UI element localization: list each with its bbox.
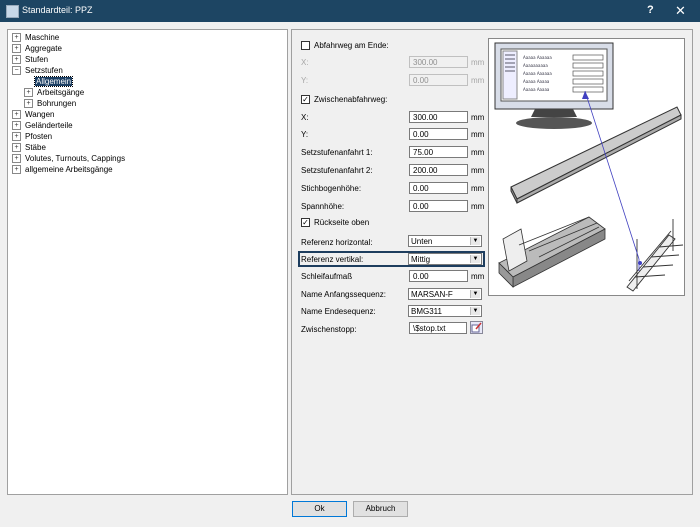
zwischenstopp-label: Zwischenstopp:	[301, 325, 357, 334]
expand-icon[interactable]: +	[12, 121, 21, 131]
y1-input[interactable]: 0.00	[409, 74, 468, 86]
anfangssequenz-value: MARSAN-F	[411, 290, 453, 299]
schleifaufmass-unit: mm	[471, 272, 485, 281]
tree-item-staebe[interactable]: + Stäbe	[12, 142, 47, 153]
tree-item-pfosten[interactable]: + Pfosten	[12, 131, 53, 142]
schleifaufmass-label: Schleifaufmaß	[301, 272, 353, 281]
spannhoehe-unit: mm	[471, 202, 485, 211]
schleifaufmass-input[interactable]: 0.00	[409, 270, 468, 282]
abfahrweg-label: Abfahrweg am Ende:	[314, 41, 389, 50]
endesequenz-select[interactable]: BMG311 ▼	[408, 305, 482, 317]
referenz-vertikal-select[interactable]: Mittig ▼	[408, 253, 482, 265]
tree-item-bohrungen[interactable]: + Bohrungen	[24, 98, 77, 109]
zwischenabfahrweg-label: Zwischenabfahrweg:	[314, 95, 388, 104]
expand-icon[interactable]: +	[12, 154, 21, 164]
x1-unit: mm	[471, 58, 485, 67]
abfahrweg-checkbox[interactable]	[301, 41, 310, 50]
y2-label: Y:	[301, 130, 309, 139]
svg-text:Aaaaa Aaaaa: Aaaaa Aaaaa	[523, 87, 550, 92]
anfahrt1-unit: mm	[471, 148, 485, 157]
tree-item-gelaenderteile[interactable]: + Geländerteile	[12, 120, 74, 131]
tree-item-allgemein[interactable]: Allgemein	[33, 76, 74, 88]
tree-item-wangen[interactable]: + Wangen	[12, 109, 56, 120]
close-button[interactable]: ✕	[675, 3, 686, 19]
machine-illustration-icon: Aaaaa Aaaaaa Aaaaaaaaaa Aaaaa Aaaaaa Aaa…	[494, 42, 684, 292]
expand-icon[interactable]: +	[12, 165, 21, 175]
cancel-button[interactable]: Abbruch	[353, 501, 408, 517]
ok-button[interactable]: Ok	[292, 501, 347, 517]
tree-item-stufen[interactable]: + Stufen	[12, 54, 49, 65]
tree-item-setzstufen[interactable]: − Setzstufen	[12, 65, 64, 76]
help-button[interactable]: ?	[647, 4, 654, 16]
referenz-horizontal-select[interactable]: Unten ▼	[408, 235, 482, 247]
tree-item-arbeitsgaenge[interactable]: + Arbeitsgänge	[24, 87, 85, 98]
referenz-vertikal-label: Referenz vertikal:	[301, 255, 364, 264]
anfahrt1-input[interactable]: 75.00	[409, 146, 468, 158]
svg-text:Aaaaa Aaaaaa: Aaaaa Aaaaaa	[523, 71, 552, 76]
anfahrt2-input[interactable]: 200.00	[409, 164, 468, 176]
chevron-down-icon[interactable]: ▼	[470, 307, 480, 315]
anfangssequenz-select[interactable]: MARSAN-F ▼	[408, 288, 482, 300]
spannhoehe-input[interactable]: 0.00	[409, 200, 468, 212]
tree-item-volutes[interactable]: + Volutes, Turnouts, Cappings	[12, 153, 126, 164]
svg-text:Aaaaa Aaaaa: Aaaaa Aaaaa	[523, 79, 550, 84]
anfahrt1-label: Setzstufenanfahrt 1:	[301, 148, 373, 157]
expand-icon[interactable]: +	[24, 99, 33, 109]
illustration: Aaaaa Aaaaaa Aaaaaaaaaa Aaaaa Aaaaaa Aaa…	[488, 38, 685, 296]
anfahrt2-label: Setzstufenanfahrt 2:	[301, 166, 373, 175]
tree-item-allgemeine-arbeitsgaenge[interactable]: + allgemeine Arbeitsgänge	[12, 164, 114, 175]
zwischenstopp-input[interactable]: \$stop.txt	[409, 322, 467, 334]
referenz-horizontal-label: Referenz horizontal:	[301, 238, 373, 247]
expand-icon[interactable]: +	[12, 55, 21, 65]
file-browse-icon[interactable]	[470, 321, 483, 334]
collapse-icon[interactable]: −	[12, 66, 21, 76]
x1-input[interactable]: 300.00	[409, 56, 468, 68]
anfangssequenz-label: Name Anfangssequenz:	[301, 290, 386, 299]
window-title: Standardteil: PPZ	[22, 5, 93, 15]
x1-label: X:	[301, 58, 309, 67]
x2-input[interactable]: 300.00	[409, 111, 468, 123]
tree-item-aggregate[interactable]: + Aggregate	[12, 43, 63, 54]
svg-text:Aaaaa Aaaaaa: Aaaaa Aaaaaa	[523, 55, 552, 60]
title-bar: Standardteil: PPZ ? ✕	[0, 0, 700, 22]
y2-input[interactable]: 0.00	[409, 128, 468, 140]
endesequenz-value: BMG311	[411, 307, 442, 316]
y2-unit: mm	[471, 130, 485, 139]
expand-icon[interactable]: +	[12, 33, 21, 43]
anfahrt2-unit: mm	[471, 166, 485, 175]
category-tree[interactable]: + Maschine + Aggregate + Stufen − Setzstufen…	[7, 29, 288, 495]
endesequenz-label: Name Endesequenz:	[301, 307, 376, 316]
chevron-down-icon[interactable]: ▼	[470, 237, 480, 245]
chevron-down-icon[interactable]: ▼	[470, 290, 480, 298]
expand-icon[interactable]: +	[12, 110, 21, 120]
x2-unit: mm	[471, 113, 485, 122]
zwischenabfahrweg-checkbox[interactable]: ✓	[301, 95, 310, 104]
stichbogenhoehe-input[interactable]: 0.00	[409, 182, 468, 194]
app-icon	[6, 5, 19, 18]
x2-label: X:	[301, 113, 309, 122]
tree-item-maschine[interactable]: + Maschine	[12, 32, 60, 43]
expand-icon[interactable]: +	[12, 132, 21, 142]
stichbogenhoehe-label: Stichbogenhöhe:	[301, 184, 362, 193]
referenz-vertikal-value: Mittig	[411, 255, 431, 264]
y1-unit: mm	[471, 76, 485, 85]
expand-icon[interactable]: +	[12, 143, 21, 153]
referenz-horizontal-value: Unten	[411, 237, 433, 246]
spannhoehe-label: Spannhöhe:	[301, 202, 345, 211]
expand-icon[interactable]: +	[12, 44, 21, 54]
rueckseite-checkbox[interactable]: ✓	[301, 218, 310, 227]
stichbogenhoehe-unit: mm	[471, 184, 485, 193]
rueckseite-label: Rückseite oben	[314, 218, 370, 227]
svg-text:Aaaaaaaaaa: Aaaaaaaaaa	[523, 63, 548, 68]
y1-label: Y:	[301, 76, 309, 85]
chevron-down-icon[interactable]: ▼	[470, 255, 480, 263]
expand-icon[interactable]: +	[24, 88, 33, 98]
